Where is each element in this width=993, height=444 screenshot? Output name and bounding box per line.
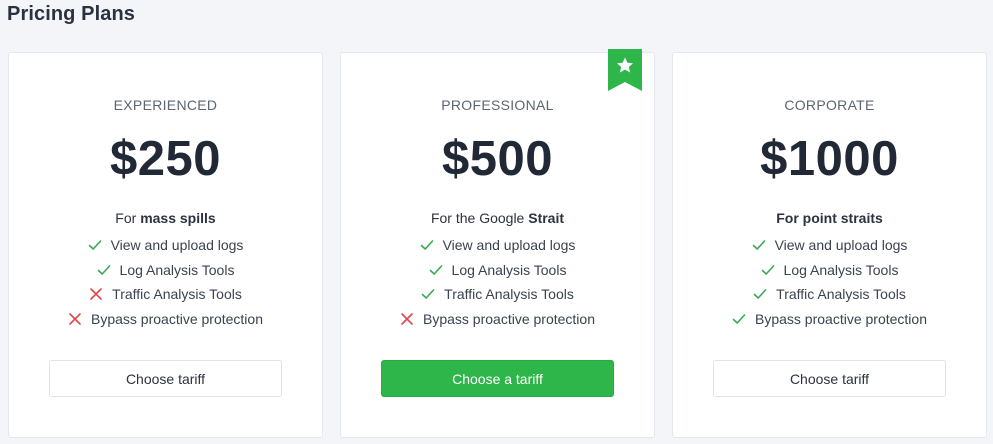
plan-price: $1000 [760, 132, 899, 186]
feature-label: View and upload logs [110, 237, 244, 253]
check-icon [732, 312, 746, 326]
cross-icon [89, 287, 103, 301]
check-icon [752, 238, 766, 252]
check-icon [420, 238, 434, 252]
plan-card-professional: PROFESSIONAL $500 For the Google Strait … [340, 49, 655, 438]
plan-description-bold: For point straits [776, 210, 883, 226]
plan-description-prefix: For the Google [430, 210, 529, 226]
plan-description-bold: mass spills [140, 210, 216, 226]
feature-item: Traffic Analysis Tools [673, 282, 986, 307]
plan-tier: PROFESSIONAL [441, 97, 554, 113]
page-title: Pricing Plans [7, 3, 136, 25]
feature-label: Traffic Analysis Tools [112, 286, 242, 302]
feature-item: Log Analysis Tools [341, 258, 654, 283]
feature-item: View and upload logs [341, 233, 654, 258]
check-icon [97, 263, 111, 277]
cross-icon [68, 312, 82, 326]
cross-icon [400, 312, 414, 326]
plan-price: $250 [109, 132, 221, 186]
feature-label: Bypass proactive protection [423, 310, 595, 327]
feature-item: Bypass proactive protection [673, 307, 986, 332]
plan-description: For point straits [673, 210, 986, 226]
plan-tier: EXPERIENCED [113, 97, 218, 113]
feature-list: View and upload logs Log Analysis Tools … [673, 233, 986, 331]
feature-label: View and upload logs [774, 237, 908, 253]
feature-list: View and upload logs Log Analysis Tools … [341, 233, 654, 331]
feature-item: Log Analysis Tools [9, 258, 322, 283]
plan-card-corporate: CORPORATE $1000 For point straits View a… [672, 52, 987, 438]
plan-description: For the Google Strait [341, 210, 654, 226]
feature-item: Traffic Analysis Tools [341, 282, 654, 307]
feature-item: Bypass proactive protection [9, 307, 322, 332]
feature-label: Log Analysis Tools [783, 261, 899, 278]
plan-description-bold: Strait [528, 210, 565, 226]
feature-item: Traffic Analysis Tools [9, 282, 322, 307]
check-icon [421, 287, 435, 301]
feature-label: Bypass proactive protection [755, 310, 927, 327]
feature-label: Bypass proactive protection [91, 310, 263, 327]
plan-description-prefix: For [115, 210, 141, 226]
feature-item: View and upload logs [9, 233, 322, 258]
plan-card-experienced: EXPERIENCED $250 For mass spills View an… [8, 52, 323, 438]
plan-price: $500 [441, 132, 553, 186]
feature-item: View and upload logs [673, 233, 986, 258]
feature-label: Traffic Analysis Tools [776, 286, 906, 302]
check-icon [429, 263, 443, 277]
feature-item: Bypass proactive protection [341, 307, 654, 332]
check-icon [761, 263, 775, 277]
check-icon [88, 238, 102, 252]
feature-label: View and upload logs [442, 237, 576, 253]
feature-label: Log Analysis Tools [451, 261, 567, 278]
feature-item: Log Analysis Tools [673, 258, 986, 283]
choose-tariff-button[interactable]: Choose tariff [713, 360, 946, 397]
feature-label: Log Analysis Tools [119, 261, 235, 278]
plan-tier: CORPORATE [784, 97, 875, 113]
feature-list: View and upload logs Log Analysis Tools … [9, 233, 322, 331]
feature-label: Traffic Analysis Tools [444, 286, 574, 302]
check-icon [753, 287, 767, 301]
choose-a-tariff-button[interactable]: Choose a tariff [381, 360, 614, 397]
choose-tariff-button[interactable]: Choose tariff [49, 360, 282, 397]
plan-description: For mass spills [9, 210, 322, 226]
star-ribbon-icon [608, 49, 642, 91]
